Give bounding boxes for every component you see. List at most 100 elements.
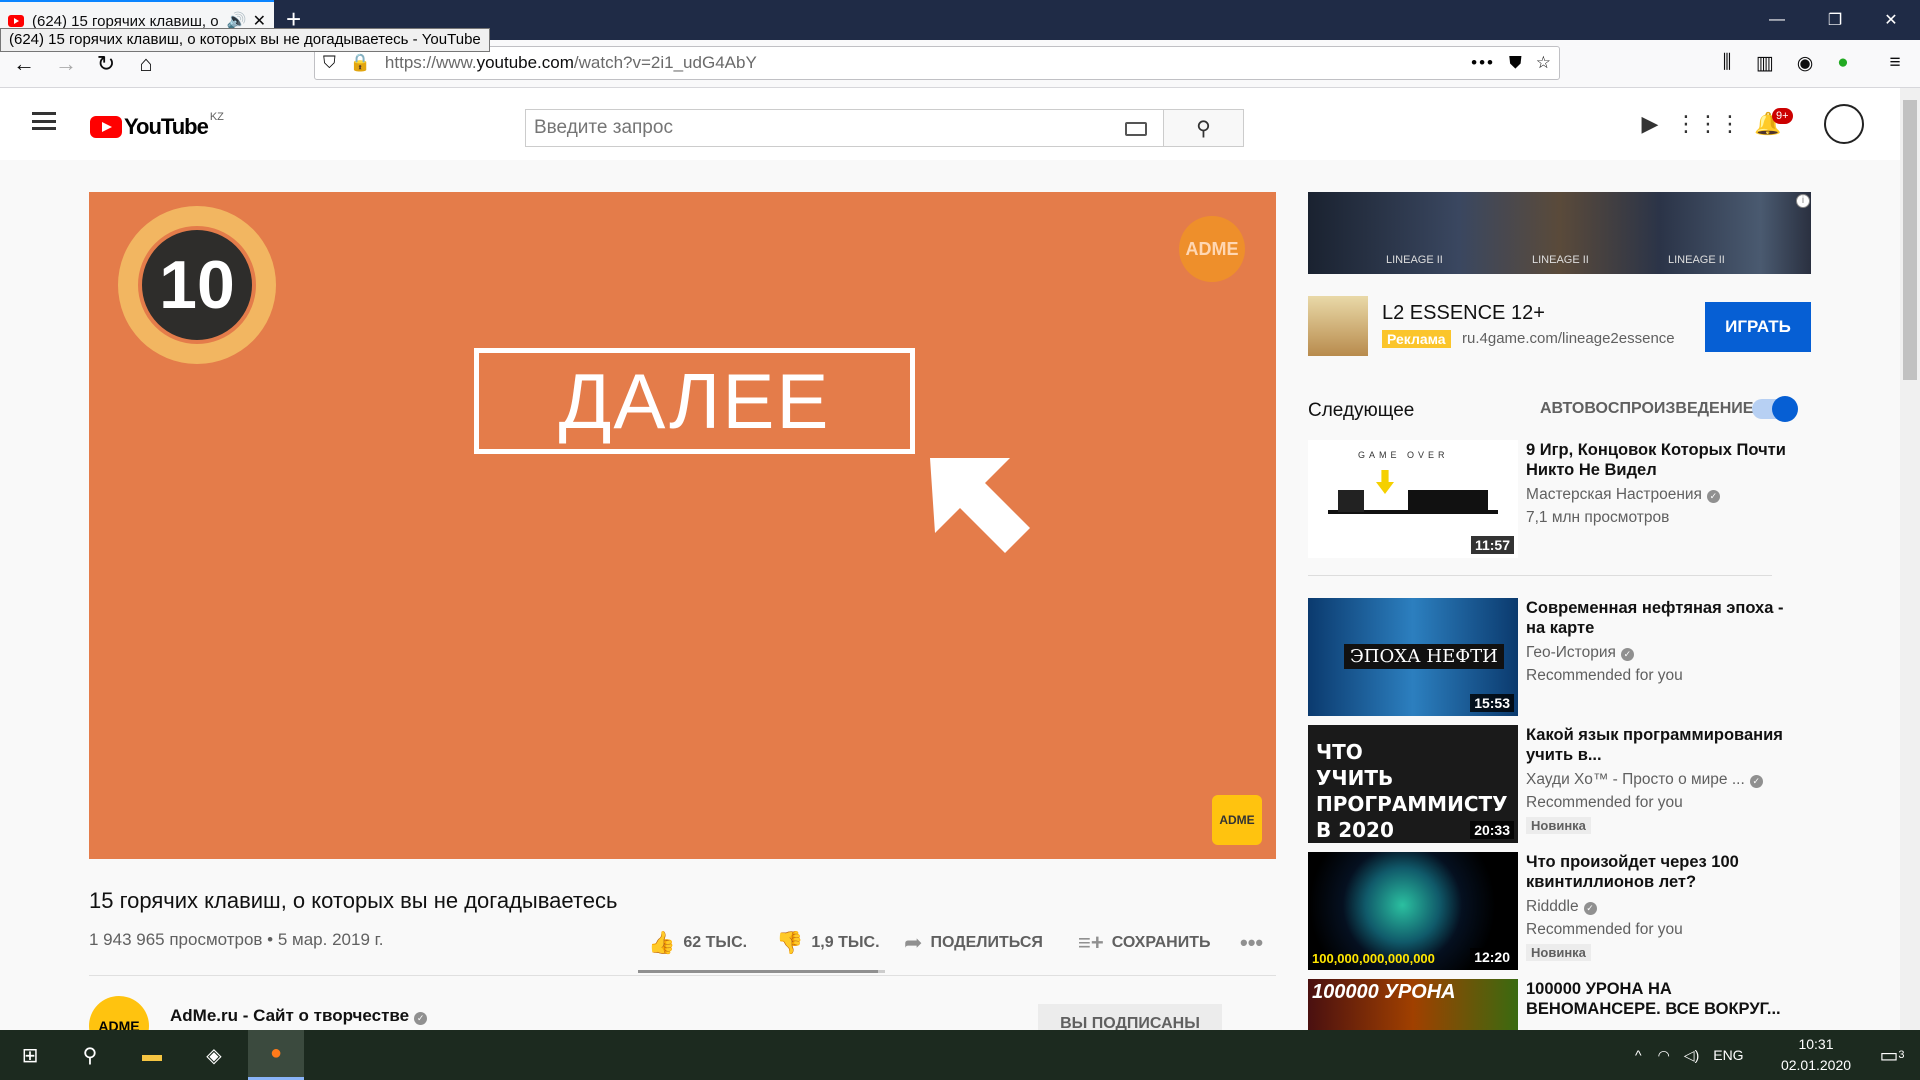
- recommendation-label: Recommended for you: [1526, 794, 1683, 811]
- dislike-button[interactable]: 👎 1,9 ТЫС.: [776, 930, 880, 956]
- library-icon[interactable]: ⫼: [1712, 48, 1742, 78]
- firefox-icon[interactable]: ●: [248, 1030, 304, 1080]
- search-button[interactable]: ⚲: [1163, 110, 1243, 146]
- windows-start-icon[interactable]: ⊞: [2, 1030, 58, 1080]
- adme-logo: ADME: [1212, 795, 1262, 845]
- list-item[interactable]: ЭПОХА НЕФТИ 15:53 Современная нефтяная э…: [1308, 598, 1798, 716]
- tab-tooltip: (624) 15 горячих клавиш, о которых вы не…: [0, 28, 490, 52]
- share-button[interactable]: ➦ ПОДЕЛИТЬСЯ: [904, 930, 1043, 956]
- list-item[interactable]: 100000 УРОНА 100000 УРОНА НА ВЕНОМАНСЕРЕ…: [1308, 979, 1798, 1030]
- file-explorer-icon[interactable]: ▬: [124, 1030, 180, 1080]
- video-title: 15 горячих клавиш, о которых вы не догад…: [89, 888, 618, 913]
- thumbs-down-icon: 👎: [776, 930, 804, 955]
- app-icon[interactable]: ◈: [186, 1030, 242, 1080]
- ad-url: ru.4game.com/lineage2essence: [1462, 330, 1675, 347]
- verified-icon: ✓: [1620, 648, 1634, 661]
- autoplay-label: АВТОВОСПРОИЗВЕДЕНИЕ: [1540, 400, 1754, 417]
- adme-watermark: ADME: [1179, 216, 1245, 282]
- windows-taskbar: ⊞ ⚲ ▬ ◈ ● ^ ◠ ◁) ENG 10:31 02.01.2020 ▭ 3: [0, 1030, 1920, 1080]
- hamburger-menu-icon[interactable]: [32, 112, 56, 130]
- ad-info-icon[interactable]: i: [1796, 194, 1810, 208]
- add-playlist-icon: ≡+: [1078, 930, 1104, 955]
- notification-center-icon[interactable]: ▭ 3: [1864, 1030, 1920, 1080]
- pocket-icon[interactable]: ⛊: [1509, 53, 1522, 73]
- recommendation-label: Recommended for you: [1526, 921, 1683, 938]
- thumbs-up-icon: 👍: [648, 930, 676, 955]
- divider: [1308, 575, 1772, 576]
- new-badge: Новинка: [1526, 817, 1591, 834]
- like-button[interactable]: 👍 62 ТЫС.: [648, 930, 747, 956]
- apps-grid-icon[interactable]: ⋮⋮⋮: [1675, 110, 1741, 138]
- bookmark-star-icon[interactable]: ☆: [1536, 53, 1551, 73]
- channel-name[interactable]: Гео-История ✓: [1526, 644, 1634, 662]
- sidebar-icon[interactable]: ▥: [1750, 48, 1780, 78]
- list-item[interactable]: GAME OVER 11:57 9 Игр, Концовок Которых …: [1308, 440, 1798, 558]
- language-indicator[interactable]: ENG: [1713, 1047, 1743, 1063]
- user-avatar[interactable]: [1824, 104, 1864, 144]
- ad-thumbnail[interactable]: [1308, 296, 1368, 356]
- youtube-favicon-icon: [8, 15, 24, 27]
- lock-icon[interactable]: 🔒: [350, 53, 371, 73]
- page-actions-icon[interactable]: •••: [1471, 53, 1495, 73]
- search-icon[interactable]: ⚲: [62, 1030, 118, 1080]
- verified-icon: ✓: [1706, 490, 1720, 503]
- minimize-button[interactable]: —: [1748, 0, 1806, 40]
- verified-icon: ✓: [1749, 775, 1763, 788]
- more-actions-button[interactable]: •••: [1240, 930, 1271, 956]
- video-title[interactable]: Современная нефтяная эпоха - на карте: [1526, 598, 1796, 638]
- shield-icon[interactable]: ⛉: [323, 53, 336, 73]
- list-item[interactable]: ЧТО УЧИТЬ ПРОГРАММИСТУ В 2020 20:33 Како…: [1308, 725, 1798, 843]
- list-item[interactable]: 100,000,000,000,000 12:20 Что произойдет…: [1308, 852, 1798, 970]
- youtube-header: YouTube KZ ⚲ ▶ ⋮⋮⋮ 🔔 9+: [0, 88, 1900, 160]
- channel-name[interactable]: Мастерская Настроения ✓: [1526, 486, 1720, 504]
- volume-icon[interactable]: ◁): [1684, 1047, 1699, 1064]
- autoplay-toggle[interactable]: [1752, 396, 1798, 422]
- scrollbar[interactable]: [1900, 88, 1920, 1030]
- wifi-icon[interactable]: ◠: [1658, 1047, 1670, 1064]
- video-thumbnail[interactable]: 100,000,000,000,000 12:20: [1308, 852, 1518, 970]
- more-icon: •••: [1240, 930, 1264, 955]
- tab-title: (624) 15 горячих клавиш, о: [32, 12, 219, 30]
- video-thumbnail[interactable]: ЧТО УЧИТЬ ПРОГРАММИСТУ В 2020 20:33: [1308, 725, 1518, 843]
- divider: [89, 975, 1276, 976]
- save-button[interactable]: ≡+ СОХРАНИТЬ: [1078, 930, 1211, 956]
- verified-icon: ✓: [1583, 902, 1597, 915]
- clock[interactable]: 10:31 02.01.2020: [1766, 1034, 1866, 1076]
- menu-icon[interactable]: ≡: [1880, 48, 1910, 78]
- video-title[interactable]: 9 Игр, Концовок Которых Почти Никто Не В…: [1526, 440, 1796, 480]
- new-badge: Новинка: [1526, 944, 1591, 961]
- video-thumbnail[interactable]: GAME OVER 11:57: [1308, 440, 1518, 558]
- number-badge: 10: [118, 206, 276, 364]
- like-ratio-bar: [638, 970, 885, 973]
- restore-button[interactable]: ❐: [1806, 0, 1864, 40]
- url-text[interactable]: https://www.youtube.com/watch?v=2i1_udG4…: [385, 53, 757, 73]
- ad-banner[interactable]: LINEAGE II LINEAGE II LINEAGE II: [1308, 192, 1811, 274]
- share-icon: ➦: [904, 930, 923, 955]
- scrollbar-thumb[interactable]: [1903, 100, 1917, 380]
- next-button-graphic: ДАЛЕЕ: [474, 348, 915, 454]
- video-thumbnail[interactable]: ЭПОХА НЕФТИ 15:53: [1308, 598, 1518, 716]
- account-icon[interactable]: ◉: [1790, 48, 1820, 78]
- search-input[interactable]: [526, 110, 1125, 146]
- create-video-icon[interactable]: ▶: [1636, 110, 1664, 138]
- video-title[interactable]: Какой язык программирования учить в...: [1526, 725, 1796, 765]
- ad-title[interactable]: L2 ESSENCE 12+: [1382, 302, 1545, 325]
- verified-icon: ✓: [414, 1012, 428, 1025]
- video-title[interactable]: Что произойдет через 100 квинтиллионов л…: [1526, 852, 1796, 892]
- channel-name[interactable]: AdMe.ru - Сайт о творчестве ✓: [170, 1006, 428, 1026]
- cursor-arrow-icon: [930, 458, 1030, 553]
- notification-badge: 9+: [1772, 108, 1793, 124]
- video-title[interactable]: 100000 УРОНА НА ВЕНОМАНСЕРЕ. ВСЕ ВОКРУГ.…: [1526, 979, 1796, 1019]
- video-thumbnail[interactable]: 100000 УРОНА: [1308, 979, 1518, 1030]
- video-meta: 1 943 965 просмотров • 5 мар. 2019 г.: [89, 930, 384, 949]
- url-bar[interactable]: ⛉ 🔒 https://www.youtube.com/watch?v=2i1_…: [314, 46, 1560, 80]
- recommendation-label: Recommended for you: [1526, 667, 1683, 684]
- channel-name[interactable]: Хауди Хо™ - Просто о мире ... ✓: [1526, 771, 1763, 789]
- keyboard-icon[interactable]: [1125, 122, 1147, 136]
- close-window-button[interactable]: ✕: [1862, 0, 1920, 40]
- chevron-up-icon[interactable]: ^: [1635, 1047, 1642, 1063]
- extension-icon[interactable]: ●: [1828, 48, 1858, 78]
- youtube-logo[interactable]: YouTube KZ: [90, 111, 224, 140]
- ad-play-button[interactable]: ИГРАТЬ: [1705, 302, 1811, 352]
- channel-name[interactable]: Ridddle ✓: [1526, 898, 1597, 916]
